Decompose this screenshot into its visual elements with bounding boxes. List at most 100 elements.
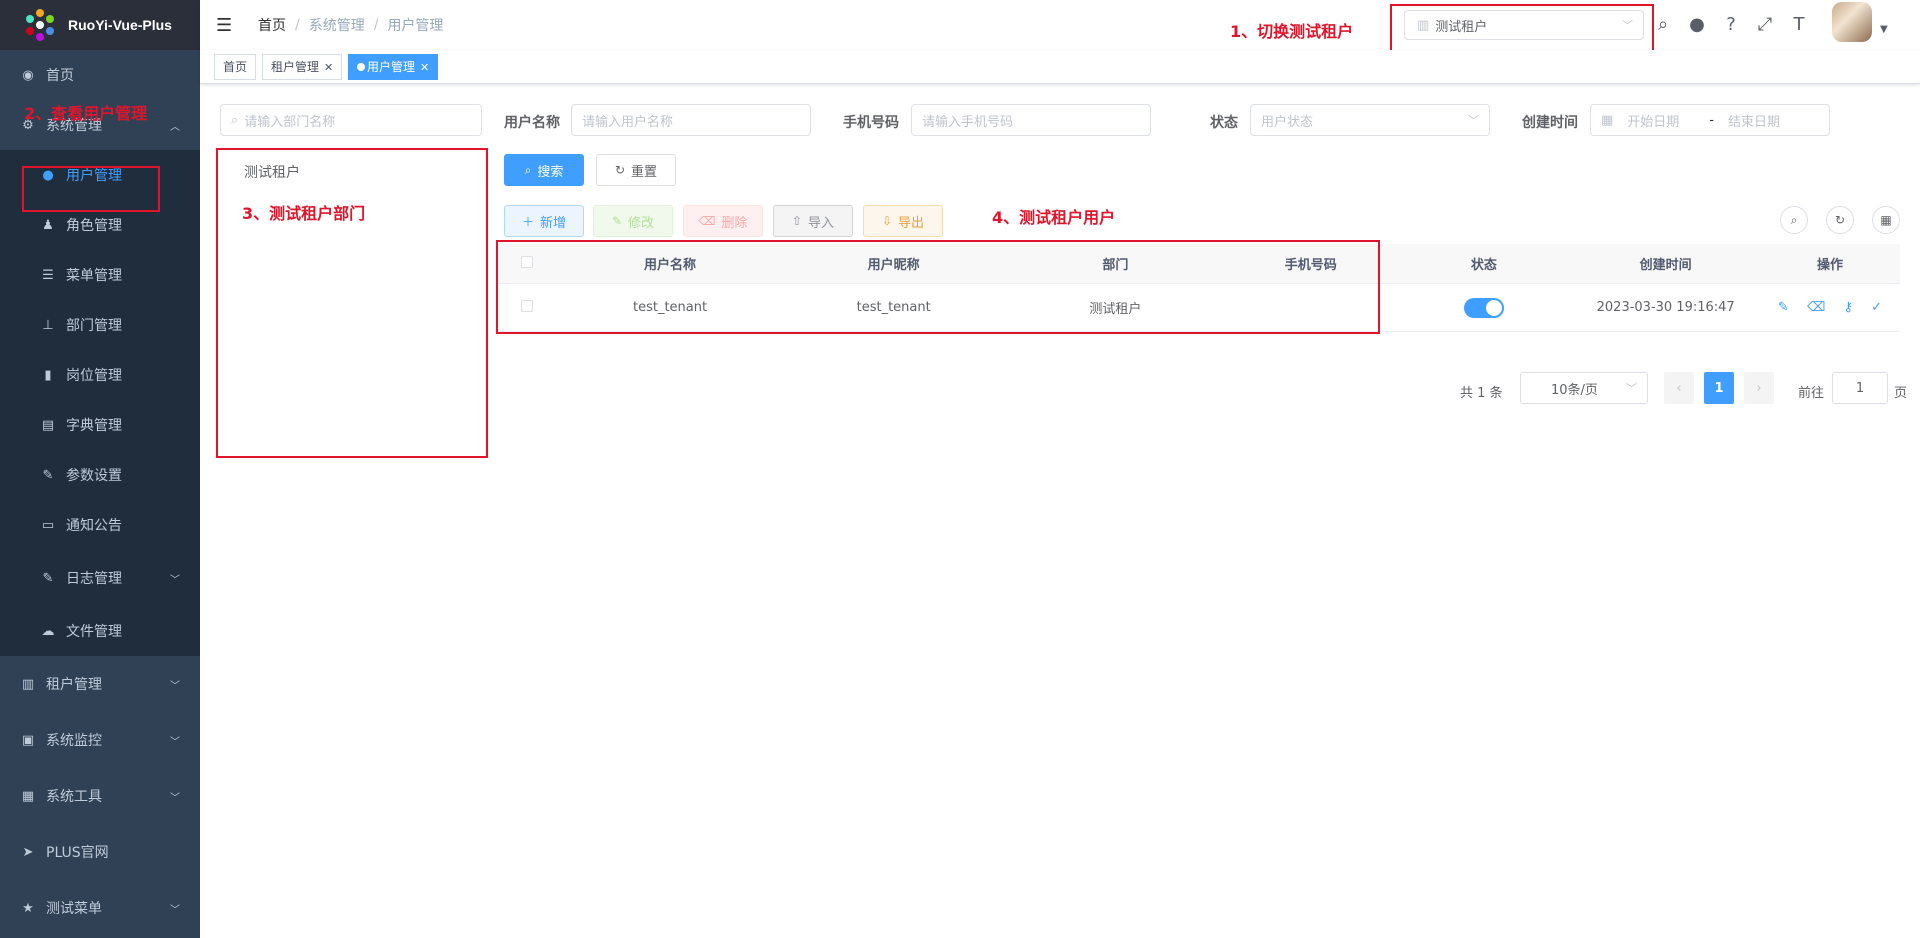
sidebar-item-notice[interactable]: ▭ 通知公告 [0,500,200,550]
start-date-placeholder[interactable]: 开始日期 [1627,111,1695,130]
sidebar-item-plus[interactable]: ➤ PLUS官网 [0,824,200,880]
caret-down-icon[interactable]: ▼ [1880,24,1888,35]
sidebar-item-tools[interactable]: ▦ 系统工具 ﹀ [0,768,200,824]
send-icon: ➤ [22,844,34,860]
sidebar-item-label: 测试菜单 [46,901,102,917]
status-select[interactable]: 用户状态 ﹀ [1250,104,1490,136]
sidebar-item-label: 系统工具 [46,789,102,805]
chevron-left-icon: ‹ [1676,380,1682,396]
sidebar-item-params[interactable]: ✎ 参数设置 [0,450,200,500]
edit-icon: ✎ [42,467,54,483]
search-icon[interactable]: ⌕ [1652,14,1674,35]
sidebar-item-home[interactable]: ◉ 首页 [0,50,200,100]
help-icon[interactable]: ? [1720,14,1742,35]
delete-button[interactable]: ⌫ 删除 [683,205,763,237]
edit-button[interactable]: ✎ 修改 [593,205,673,237]
annotation-box-dept [216,148,488,458]
download-icon: ⇩ [881,214,893,228]
date-range-picker[interactable]: ▦ 开始日期 - 结束日期 [1590,104,1830,136]
sidebar-item-depts[interactable]: ⊥ 部门管理 [0,300,200,350]
reset-button-label: 重置 [631,164,658,180]
sidebar-item-monitor[interactable]: ▣ 系统监控 ﹀ [0,712,200,768]
search-button[interactable]: ⌕ 搜索 [504,154,584,186]
sidebar-item-posts[interactable]: ▮ 岗位管理 [0,350,200,400]
sidebar: RuoYi-Vue-Plus ◉ 首页 ⚙ 系统管理 ︿ ● 用户管理 ♟ 角色… [0,0,200,938]
tag-label: 租户管理 [271,60,320,74]
annotation-1: 1、切换测试租户 [1230,22,1354,41]
chevron-down-icon: ﹀ [170,904,180,916]
tag-users[interactable]: 用户管理 ✕ [348,54,439,80]
edit-icon: ✎ [611,214,623,228]
close-icon[interactable]: ✕ [324,61,333,74]
key-icon[interactable]: ⚷ [1843,300,1853,315]
logo[interactable]: RuoYi-Vue-Plus [0,0,200,50]
import-button[interactable]: ⇧ 导入 [773,205,853,237]
search-icon: ⌕ [524,162,532,177]
phone-input[interactable]: 请输入手机号码 [911,104,1151,136]
sidebar-item-label: PLUS官网 [46,845,109,861]
chevron-up-icon: ︿ [170,121,180,133]
username-placeholder: 请输入用户名称 [582,114,674,130]
fullscreen-icon[interactable]: ⤢ [1754,14,1776,35]
page-button-1[interactable]: 1 [1704,372,1734,404]
sidebar-item-test[interactable]: ★ 测试菜单 ﹀ [0,880,200,936]
status-switch[interactable] [1463,297,1504,318]
avatar[interactable] [1832,2,1872,42]
sidebar-item-label: 字典管理 [66,418,122,434]
tag-home[interactable]: 首页 [214,54,257,80]
logo-icon [24,9,56,41]
sidebar-item-tenant[interactable]: ▥ 租户管理 ﹀ [0,656,200,712]
page-suffix-label: 页 [1894,386,1908,401]
header-status[interactable]: 状态 [1396,254,1571,273]
monitor-icon: ▣ [21,732,35,748]
breadcrumb: 首页 / 系统管理 / 用户管理 [258,15,443,35]
chevron-down-icon: ﹀ [170,736,180,748]
refresh-button[interactable]: ↻ [1826,206,1854,234]
export-button-label: 导出 [898,215,925,231]
annotation-box-users [22,166,160,212]
trash-icon[interactable]: ⌫ [1807,300,1825,315]
dept-tree-node[interactable]: 测试租户 [244,162,300,182]
toolbox-icon: ▦ [21,788,35,804]
calendar-icon: ▦ [1601,112,1614,128]
chart-icon: ▥ [21,676,35,692]
system-submenu: ● 用户管理 ♟ 角色管理 ☰ 菜单管理 ⊥ 部门管理 ▮ 岗位管理 ▤ 字典管… [0,150,200,656]
chevron-right-icon: › [1756,380,1762,396]
hamburger-icon[interactable]: ☰ [216,15,240,36]
prev-page-button[interactable]: ‹ [1664,372,1694,404]
end-date-placeholder[interactable]: 结束日期 [1728,111,1780,130]
sidebar-item-label: 岗位管理 [66,368,122,384]
sidebar-item-files[interactable]: ☁ 文件管理 [0,606,200,656]
header-created[interactable]: 创建时间 [1571,254,1760,273]
sidebar-item-logs[interactable]: ✎ 日志管理 ﹀ [0,550,200,606]
tag-label: 首页 [223,60,248,74]
breadcrumb-system[interactable]: 系统管理 [309,15,365,35]
export-button[interactable]: ⇩ 导出 [863,205,943,237]
close-icon[interactable]: ✕ [420,61,429,74]
breadcrumb-home[interactable]: 首页 [258,15,286,35]
check-circle-icon[interactable]: ✓ [1871,300,1882,315]
reset-button[interactable]: ↻ 重置 [596,154,676,186]
username-input[interactable]: 请输入用户名称 [571,104,811,136]
toggle-search-button[interactable]: ⌕ [1780,206,1808,234]
status-label: 状态 [1210,115,1238,131]
github-icon[interactable]: ● [1686,14,1708,35]
sidebar-item-label: 菜单管理 [66,268,122,284]
post-icon: ▮ [44,367,52,383]
add-button[interactable]: ＋ 新增 [504,205,584,237]
edit-button-label: 修改 [628,215,655,231]
building-icon: ▥ [1417,17,1430,33]
columns-button[interactable]: ▦ [1872,206,1900,234]
delete-button-label: 删除 [721,215,748,231]
next-page-button[interactable]: › [1744,372,1774,404]
sidebar-item-menus[interactable]: ☰ 菜单管理 [0,250,200,300]
tenant-select[interactable]: ▥ 测试租户 ﹀ [1404,10,1644,40]
edit-icon[interactable]: ✎ [1778,300,1789,315]
breadcrumb-current: 用户管理 [387,18,444,34]
dept-search-input[interactable]: ⌕ 请输入部门名称 [220,104,482,136]
font-size-icon[interactable]: T [1788,14,1810,35]
sidebar-item-dict[interactable]: ▤ 字典管理 [0,400,200,450]
tag-tenant[interactable]: 租户管理 ✕ [262,54,343,80]
goto-page-input[interactable]: 1 [1832,372,1888,404]
page-size-select[interactable]: 10条/页 ﹀ [1520,372,1648,404]
